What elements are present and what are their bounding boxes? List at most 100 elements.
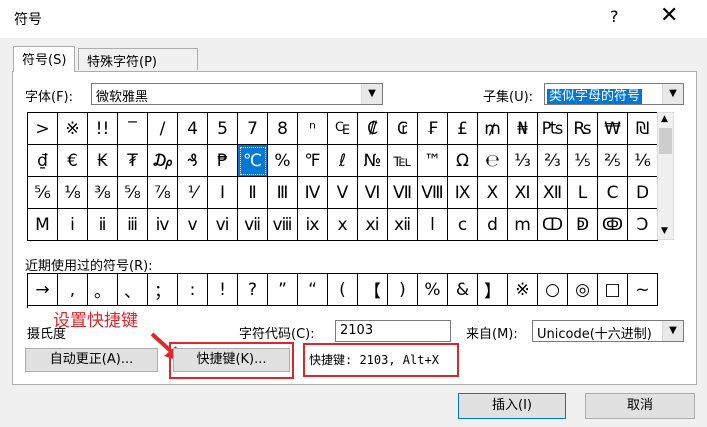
symbol-cell[interactable]: ⅻ [388,209,418,241]
symbol-cell[interactable]: ℮ [478,145,508,177]
symbol-cell[interactable]: ₦ [508,113,538,145]
symbol-cell[interactable]: ℓ [328,145,358,177]
help-button[interactable]: ? [610,7,619,26]
symbol-cell[interactable]: ⅝ [118,177,148,209]
symbol-cell[interactable]: ₠ [328,113,358,145]
symbol-cell[interactable]: ⅴ [178,209,208,241]
symbol-cell[interactable]: ₱ [208,145,238,177]
symbol-cell[interactable]: ™ [418,145,448,177]
symbol-cell[interactable]: Ⅷ [418,177,448,209]
symbol-cell[interactable]: Ⅶ [388,177,418,209]
symbol-cell[interactable]: Ⅻ [538,177,568,209]
char-code-input[interactable]: 2103 [335,320,451,342]
symbol-cell[interactable]: ⅚ [28,177,58,209]
recent-symbol-cell[interactable]: ◎ [568,274,598,306]
symbol-cell[interactable]: ℃ [238,145,268,177]
symbol-cell[interactable]: 5 [208,113,238,145]
recent-symbol-cell[interactable]: ； [148,274,178,306]
symbol-cell[interactable]: ⅽ [448,209,478,241]
symbol-cell[interactable]: % [268,145,298,177]
symbol-cell[interactable]: ₫ [28,145,58,177]
tab-symbols[interactable]: 符号(S) [13,46,76,72]
symbol-cell[interactable]: ⅳ [148,209,178,241]
symbol-cell[interactable]: ⅲ [118,209,148,241]
recent-symbol-cell[interactable]: 。 [88,274,118,306]
symbol-cell[interactable]: ₯ [148,145,178,177]
recent-symbols[interactable]: →,。、；:!?” “(【)% &】 ※ ○ ◎ □ ~ [27,273,658,308]
symbol-cell[interactable]: ₣ [418,113,448,145]
symbol-cell[interactable]: ₥ [478,113,508,145]
symbol-cell[interactable]: ⅸ [298,209,328,241]
symbol-cell[interactable]: ℡ [388,145,418,177]
symbol-cell[interactable]: ⅞ [148,177,178,209]
symbol-cell[interactable]: ⅔ [538,145,568,177]
recent-symbol-cell[interactable]: ○ [538,274,568,306]
insert-button[interactable]: 插入(I) [458,393,566,419]
symbol-cell[interactable]: Ↄ [628,209,658,241]
symbol-cell[interactable]: ⅜ [88,177,118,209]
symbol-cell[interactable]: ₩ [598,113,628,145]
recent-symbol-cell[interactable]: 【 [358,274,388,306]
symbol-cell[interactable]: ₧ [538,113,568,145]
symbol-cell[interactable]: ↁ [568,209,598,241]
symbol-cell[interactable]: Ⅸ [448,177,478,209]
symbol-cell[interactable]: ⅱ [88,209,118,241]
recent-symbol-cell[interactable]: : [178,274,208,306]
recent-symbol-cell[interactable]: ) [388,274,418,306]
chevron-down-icon[interactable]: ▼ [662,321,683,341]
symbol-cell[interactable]: ℉ [298,145,328,177]
symbol-cell[interactable]: ↂ [598,209,628,241]
symbol-cell[interactable]: ⅾ [478,209,508,241]
symbol-cell[interactable]: ₢ [388,113,418,145]
symbol-cell[interactable]: Ⅾ [628,177,658,209]
symbol-cell[interactable]: ⅵ [208,209,238,241]
symbol-cell[interactable]: ⅹ [328,209,358,241]
recent-symbol-cell[interactable]: , [58,274,88,306]
symbol-cell[interactable]: Ⅰ [208,177,238,209]
symbol-cell[interactable]: № [358,145,388,177]
symbol-cell[interactable]: Ⅵ [358,177,388,209]
symbol-cell[interactable]: Ⅽ [598,177,628,209]
from-combobox[interactable]: Unicode(十六进制) ▼ [532,320,684,342]
symbol-cell[interactable]: Ⅼ [568,177,598,209]
symbol-cell[interactable]: Ⅴ [328,177,358,209]
symbol-cell[interactable]: ⅟ [178,177,208,209]
chevron-down-icon[interactable]: ▼ [361,84,382,104]
recent-symbol-cell[interactable]: & [448,274,478,306]
scrollbar-thumb[interactable] [659,128,672,154]
autocorrect-button[interactable]: 自动更正(A)... [25,348,158,372]
recent-symbol-cell[interactable]: 、 [118,274,148,306]
scroll-up-icon[interactable]: ▲ [661,114,668,124]
symbol-cell[interactable]: ⅿ [508,209,538,241]
symbol-cell[interactable]: ₭ [88,145,118,177]
symbol-cell[interactable]: !! [88,113,118,145]
symbol-cell[interactable]: € [58,145,88,177]
symbol-cell[interactable]: ⅖ [598,145,628,177]
recent-symbol-cell[interactable]: → [28,274,58,306]
symbol-cell[interactable]: ⅛ [58,177,88,209]
recent-symbol-cell[interactable]: ※ [508,274,538,306]
symbol-cell[interactable]: ⅕ [568,145,598,177]
symbol-cell[interactable]: Ⅺ [508,177,538,209]
symbol-cell[interactable]: ₰ [178,145,208,177]
recent-symbol-cell[interactable]: ” [268,274,298,306]
recent-symbol-cell[interactable]: ( [328,274,358,306]
symbol-cell[interactable]: ₡ [358,113,388,145]
cancel-button[interactable]: 取消 [585,393,695,419]
symbol-cell[interactable]: ↀ [538,209,568,241]
symbol-cell[interactable]: Ⅱ [238,177,268,209]
shortcut-key-button[interactable]: 快捷键(K)... [173,348,290,372]
symbol-cell[interactable]: ※ [58,113,88,145]
symbol-cell[interactable]: Ⅿ [28,209,58,241]
symbol-cell[interactable]: ⅓ [508,145,538,177]
tab-special-characters[interactable]: 特殊字符(P) [78,48,198,70]
symbol-cell[interactable]: Ω [448,145,478,177]
symbol-cell[interactable]: ⅷ [268,209,298,241]
symbol-grid[interactable]: > ※!! ‾/4 5 7 8 ⁿ ₠ ₡ ₢ ₣ £ ₥ ₦ ₧ ₨ ₩ ₪ ₫ € ₭ ₮ ₯ ₰ ₱ ℃% ℉ ℓ № ℡ ™ Ω ℮ ⅓ ⅔… [27,112,658,241]
symbol-cell[interactable]: Ⅹ [478,177,508,209]
symbol-cell[interactable]: ⁿ [298,113,328,145]
recent-symbol-cell[interactable]: 】 [478,274,508,306]
symbol-cell[interactable]: ⅰ [58,209,88,241]
symbol-cell[interactable]: ‾ [118,113,148,145]
symbol-cell[interactable]: 7 [238,113,268,145]
